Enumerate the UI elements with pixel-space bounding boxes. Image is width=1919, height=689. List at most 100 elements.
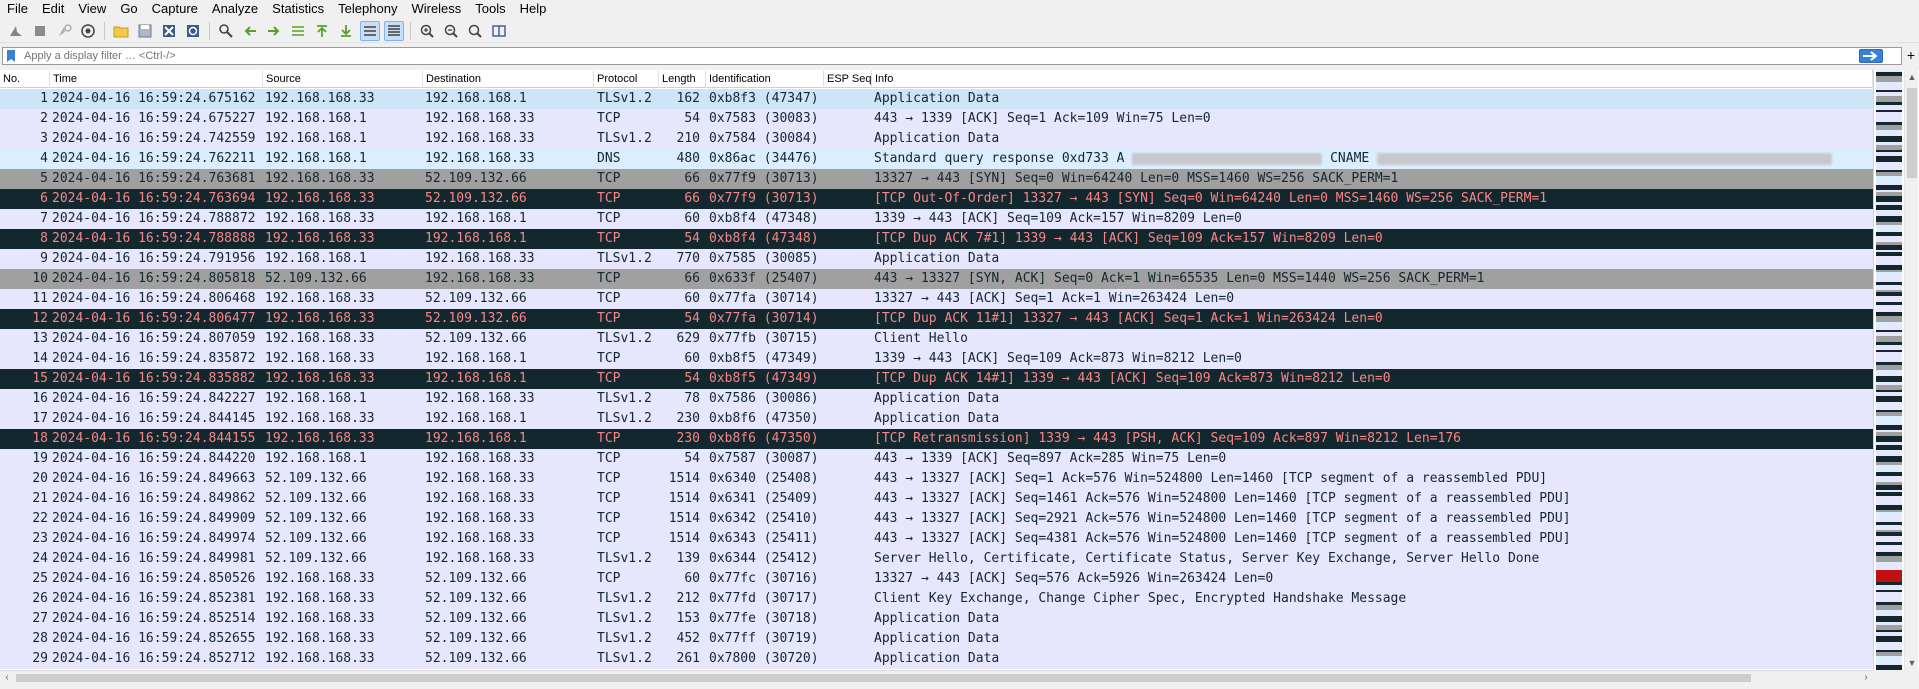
scrollbar-thumb[interactable]: [1907, 88, 1917, 178]
packet-row[interactable]: 28 2024-04-16 16:59:24.852655 192.168.168.…: [0, 629, 1873, 649]
packet-row[interactable]: 15 2024-04-16 16:59:24.835882 192.168.168.…: [0, 369, 1873, 389]
normal-size-icon[interactable]: [465, 21, 485, 41]
packet-row[interactable]: 4 2024-04-16 16:59:24.762211 192.168.168.1…: [0, 149, 1873, 169]
packet-row[interactable]: 21 2024-04-16 16:59:24.849862 52.109.132.6…: [0, 489, 1873, 509]
packet-src-cell: 192.168.168.33: [265, 591, 375, 606]
column-header-protocol[interactable]: Protocol: [594, 70, 659, 88]
packet-list[interactable]: No. Time Source Destination Protocol Length Id…: [0, 70, 1873, 670]
column-header-length[interactable]: Length: [659, 70, 706, 88]
minimap-stripe: [1876, 665, 1902, 670]
packet-row[interactable]: 23 2024-04-16 16:59:24.849974 52.109.132.6…: [0, 529, 1873, 549]
reload-file-icon[interactable]: [183, 21, 203, 41]
autoscroll-icon[interactable]: [360, 20, 380, 41]
scroll-down-arrow-icon[interactable]: ▼: [1905, 656, 1919, 670]
packet-row[interactable]: 20 2024-04-16 16:59:24.849663 52.109.132.6…: [0, 469, 1873, 489]
packet-row[interactable]: 17 2024-04-16 16:59:24.844145 192.168.168.…: [0, 409, 1873, 429]
column-header-time[interactable]: Time: [50, 70, 263, 88]
scroll-right-arrow-icon[interactable]: ›: [1859, 671, 1873, 685]
packet-time-cell: 2024-04-16 16:59:24.788872: [52, 211, 256, 226]
zoom-out-icon[interactable]: [441, 21, 461, 41]
save-file-icon[interactable]: [135, 21, 155, 41]
menu-wireless[interactable]: Wireless: [404, 1, 468, 17]
bookmark-icon[interactable]: [6, 49, 18, 63]
stop-capture-icon[interactable]: [30, 21, 50, 41]
packet-row[interactable]: 13 2024-04-16 16:59:24.807059 192.168.168.…: [0, 329, 1873, 349]
shark-fin-start-icon[interactable]: [6, 21, 26, 41]
scroll-up-arrow-icon[interactable]: ▲: [1905, 70, 1919, 84]
zoom-in-icon[interactable]: [417, 21, 437, 41]
packet-row[interactable]: 5 2024-04-16 16:59:24.763681 192.168.168.3…: [0, 169, 1873, 189]
packet-row[interactable]: 14 2024-04-16 16:59:24.835872 192.168.168.…: [0, 349, 1873, 369]
horizontal-scrollbar[interactable]: ‹ ›: [0, 670, 1873, 684]
packet-src-cell: 52.109.132.66: [265, 511, 367, 526]
packet-row[interactable]: 27 2024-04-16 16:59:24.852514 192.168.168.…: [0, 609, 1873, 629]
add-filter-button[interactable]: +: [1903, 46, 1919, 64]
packet-proto-cell: TCP: [597, 191, 621, 206]
column-header-source[interactable]: Source: [263, 70, 423, 88]
restart-capture-icon[interactable]: [54, 21, 74, 41]
packet-len-cell: 54: [684, 371, 700, 386]
column-header-info[interactable]: Info: [872, 70, 1873, 88]
colorize-icon[interactable]: [384, 20, 404, 41]
packet-row[interactable]: 8 2024-04-16 16:59:24.788888 192.168.168.3…: [0, 229, 1873, 249]
packet-row[interactable]: 3 2024-04-16 16:59:24.742559 192.168.168.1…: [0, 129, 1873, 149]
resize-columns-icon[interactable]: [489, 21, 509, 41]
column-header-esp-seq[interactable]: ESP Seq: [824, 70, 872, 88]
packet-info-cell: Application Data: [874, 391, 1000, 406]
packet-list-scrollbar[interactable]: ▲ ▼: [1873, 70, 1919, 670]
horizontal-scrollbar-thumb[interactable]: [16, 674, 1751, 682]
packet-row[interactable]: 12 2024-04-16 16:59:24.806477 192.168.168.…: [0, 309, 1873, 329]
packet-no-cell: 5: [40, 171, 48, 186]
go-first-icon[interactable]: [312, 21, 332, 41]
packet-row[interactable]: 7 2024-04-16 16:59:24.788872 192.168.168.3…: [0, 209, 1873, 229]
packet-no-cell: 25: [32, 571, 48, 586]
display-filter-input[interactable]: [24, 48, 1901, 64]
menu-file[interactable]: File: [0, 1, 35, 17]
packet-row[interactable]: 26 2024-04-16 16:59:24.852381 192.168.168.…: [0, 589, 1873, 609]
packet-row[interactable]: 10 2024-04-16 16:59:24.805818 52.109.132.6…: [0, 269, 1873, 289]
packet-esp-cell: [826, 229, 871, 249]
packet-row[interactable]: 11 2024-04-16 16:59:24.806468 192.168.168.…: [0, 289, 1873, 309]
menu-view[interactable]: View: [71, 1, 113, 17]
column-header-destination[interactable]: Destination: [423, 70, 594, 88]
menu-analyze[interactable]: Analyze: [205, 1, 265, 17]
menu-telephony[interactable]: Telephony: [331, 1, 404, 17]
packet-row[interactable]: 2 2024-04-16 16:59:24.675227 192.168.168.1…: [0, 109, 1873, 129]
menu-statistics[interactable]: Statistics: [265, 1, 331, 17]
menu-go[interactable]: Go: [113, 1, 144, 17]
packet-row[interactable]: 25 2024-04-16 16:59:24.850526 192.168.168.…: [0, 569, 1873, 589]
open-file-icon[interactable]: [111, 21, 131, 41]
menu-help[interactable]: Help: [513, 1, 554, 17]
scrollbar-track[interactable]: ▲ ▼: [1904, 70, 1918, 670]
packet-row[interactable]: 18 2024-04-16 16:59:24.844155 192.168.168.…: [0, 429, 1873, 449]
go-last-icon[interactable]: [336, 21, 356, 41]
close-file-icon[interactable]: [159, 21, 179, 41]
scroll-left-arrow-icon[interactable]: ‹: [0, 671, 14, 685]
capture-options-icon[interactable]: [78, 21, 98, 41]
packet-proto-cell: TCP: [597, 111, 621, 126]
apply-filter-arrow-icon[interactable]: [1859, 49, 1883, 63]
packet-row[interactable]: 29 2024-04-16 16:59:24.852712 192.168.168.…: [0, 649, 1873, 669]
column-header-identification[interactable]: Identification: [706, 70, 824, 88]
menu-edit[interactable]: Edit: [35, 1, 71, 17]
find-packet-icon[interactable]: [216, 21, 236, 41]
packet-row[interactable]: 24 2024-04-16 16:59:24.849981 52.109.132.6…: [0, 549, 1873, 569]
packet-row[interactable]: 22 2024-04-16 16:59:24.849909 52.109.132.6…: [0, 509, 1873, 529]
packet-row[interactable]: 16 2024-04-16 16:59:24.842227 192.168.168.…: [0, 389, 1873, 409]
column-header-no[interactable]: No.: [0, 70, 50, 88]
packet-len-cell: 60: [684, 571, 700, 586]
go-to-packet-icon[interactable]: [288, 21, 308, 41]
packet-ident-cell: 0x7583 (30083): [709, 111, 819, 126]
packet-row[interactable]: 9 2024-04-16 16:59:24.791956 192.168.168.1…: [0, 249, 1873, 269]
packet-row[interactable]: 6 2024-04-16 16:59:24.763694 192.168.168.3…: [0, 189, 1873, 209]
menu-tools[interactable]: Tools: [468, 1, 512, 17]
menu-capture[interactable]: Capture: [145, 1, 205, 17]
packet-row[interactable]: 19 2024-04-16 16:59:24.844220 192.168.168.…: [0, 449, 1873, 469]
packet-src-cell: 52.109.132.66: [265, 491, 367, 506]
packet-minimap[interactable]: [1876, 70, 1902, 670]
packet-proto-cell: TLSv1.2: [597, 331, 652, 346]
packet-row[interactable]: 1 2024-04-16 16:59:24.675162 192.168.168.3…: [0, 89, 1873, 109]
packet-src-cell: 52.109.132.66: [265, 551, 367, 566]
go-forward-icon[interactable]: [264, 21, 284, 41]
go-back-icon[interactable]: [240, 21, 260, 41]
